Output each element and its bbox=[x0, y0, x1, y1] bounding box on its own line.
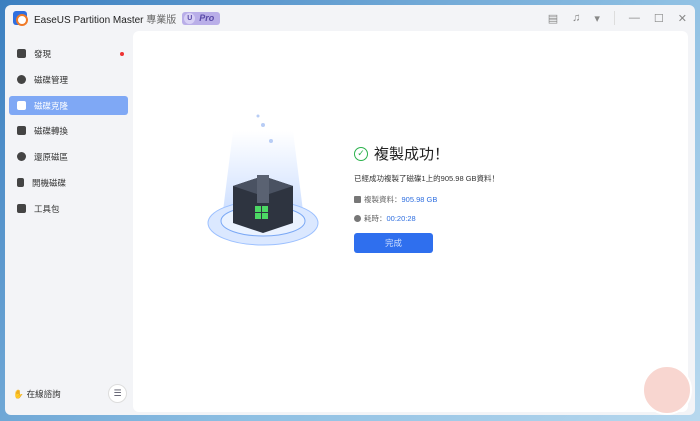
bell-icon[interactable]: ♫ bbox=[572, 12, 580, 24]
toolbox-icon bbox=[17, 204, 26, 213]
sidebar-item-disk-management[interactable]: 磁碟管理 bbox=[9, 70, 128, 89]
chat-button[interactable]: ☰ bbox=[108, 384, 127, 403]
elapsed-time-info: 耗時： 00:20:28 bbox=[354, 213, 499, 224]
sidebar-item-discover[interactable]: 發現 bbox=[9, 44, 128, 63]
convert-icon bbox=[17, 126, 26, 135]
maximize-button[interactable]: ☐ bbox=[654, 12, 664, 25]
sidebar-item-label: 磁碟管理 bbox=[34, 74, 69, 85]
menu-dropdown-icon[interactable]: ▾ bbox=[594, 12, 600, 25]
sidebar-item-boot-disk[interactable]: 開機磁碟 bbox=[9, 173, 128, 192]
close-button[interactable]: ✕ bbox=[678, 12, 687, 25]
feedback-icon[interactable]: ▤ bbox=[548, 12, 558, 25]
clock-icon bbox=[354, 215, 361, 222]
clone-icon bbox=[17, 101, 26, 110]
hand-icon: ✋ bbox=[13, 389, 24, 399]
title-bar: EaseUS Partition Master 專業版 U Pro ▤ ♫ ▾ —… bbox=[5, 5, 695, 31]
app-title: EaseUS Partition Master 專業版 bbox=[34, 14, 177, 26]
sidebar-item-label: 發現 bbox=[34, 48, 52, 59]
online-consult-link[interactable]: ✋ 在線諮詢 bbox=[13, 388, 61, 400]
disk-icon bbox=[354, 196, 361, 203]
divider bbox=[613, 11, 615, 25]
sidebar-item-label: 開機磁碟 bbox=[32, 177, 67, 188]
usb-icon bbox=[17, 178, 24, 187]
sidebar-item-disk-convert[interactable]: 磁碟轉換 bbox=[9, 121, 128, 140]
app-window: EaseUS Partition Master 專業版 U Pro ▤ ♫ ▾ —… bbox=[5, 5, 695, 415]
done-button[interactable]: 完成 bbox=[354, 233, 433, 253]
notification-dot bbox=[120, 51, 124, 56]
consult-label: 在線諮詢 bbox=[26, 389, 61, 399]
result-title: 複製成功！ bbox=[374, 146, 450, 163]
pro-badge: U Pro bbox=[182, 11, 221, 25]
sidebar-item-label: 磁碟克隆 bbox=[34, 100, 69, 111]
sidebar-item-disk-clone[interactable]: 磁碟克隆 bbox=[9, 96, 128, 115]
sidebar-item-label: 還原磁區 bbox=[34, 151, 69, 162]
recovery-icon bbox=[17, 152, 26, 161]
clone-result: ✓ 複製成功！ 已經成功複製了磁碟1上的905.98 GB資料！ 複製資料： 905… bbox=[354, 143, 499, 224]
minimize-button[interactable]: — bbox=[629, 12, 640, 24]
sidebar-item-toolkit[interactable]: 工具包 bbox=[9, 199, 128, 218]
copied-data-info: 複製資料： 905.98 GB bbox=[354, 194, 499, 205]
clone-success-illustration bbox=[207, 114, 319, 246]
compass-icon bbox=[17, 49, 26, 58]
pie-icon bbox=[17, 75, 26, 84]
main-panel: ✓ 複製成功！ 已經成功複製了磁碟1上的905.98 GB資料！ 複製資料： 905… bbox=[133, 31, 688, 412]
sidebar: 發現 磁碟管理 磁碟克隆 磁碟轉換 還原磁區 開機磁碟 工具包 ✋ 在線諮詢 ☰ bbox=[5, 31, 133, 415]
app-logo-icon bbox=[13, 11, 28, 26]
sidebar-item-partition-recovery[interactable]: 還原磁區 bbox=[9, 147, 128, 166]
mascot-watermark-icon bbox=[642, 365, 692, 415]
result-message: 已經成功複製了磁碟1上的905.98 GB資料！ bbox=[354, 174, 500, 183]
sidebar-item-label: 工具包 bbox=[34, 203, 60, 214]
check-circle-icon: ✓ bbox=[354, 146, 368, 161]
sidebar-item-label: 磁碟轉換 bbox=[34, 125, 69, 136]
